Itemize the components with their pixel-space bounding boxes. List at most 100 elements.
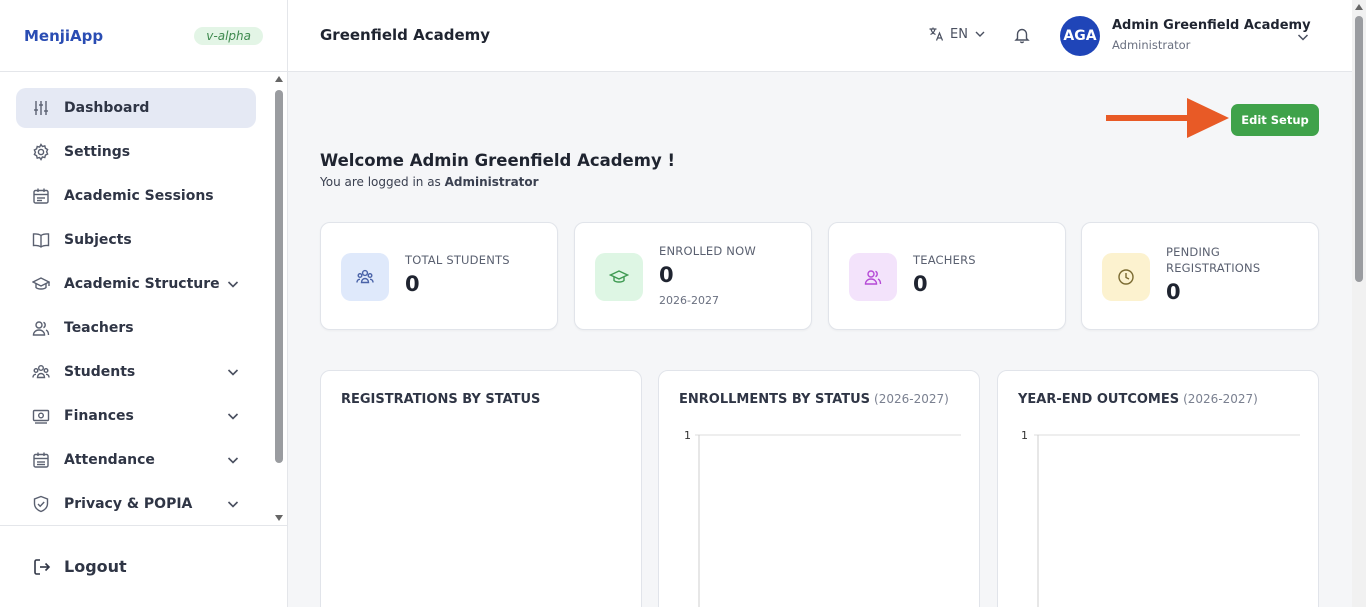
users-icon: [32, 319, 50, 337]
gear-icon: [32, 143, 50, 161]
page-scrollbar[interactable]: [1352, 0, 1366, 607]
sidebar-item-label: Settings: [64, 144, 131, 160]
chevron-down-icon: [975, 31, 985, 37]
logout-label: Logout: [64, 557, 127, 576]
scroll-thumb[interactable]: [1355, 16, 1363, 282]
sidebar-item-settings[interactable]: Settings: [16, 132, 256, 172]
group-icon: [32, 363, 50, 381]
y-tick-label: 1: [684, 429, 691, 442]
chart-title-text: REGISTRATIONS BY STATUS: [341, 392, 541, 407]
sidebar-item-label: Academic Sessions: [64, 188, 214, 204]
scroll-thumb[interactable]: [275, 90, 283, 463]
chart-title-text: ENROLLMENTS BY STATUS: [679, 392, 871, 407]
language-code: EN: [950, 26, 968, 42]
stat-card-teachers: TEACHERS 0: [828, 222, 1066, 330]
chart-period: (2026-2027): [874, 392, 949, 406]
teachers-icon: [849, 253, 897, 301]
avatar[interactable]: AGA: [1060, 16, 1100, 56]
logged-in-text: You are logged in as Administrator: [320, 175, 539, 189]
stat-label: TOTAL STUDENTS: [405, 253, 510, 267]
edit-setup-button[interactable]: Edit Setup: [1231, 104, 1319, 136]
scroll-up-arrow[interactable]: [275, 76, 283, 82]
page-title: Greenfield Academy: [320, 26, 491, 44]
sliders-icon: [32, 99, 50, 117]
sidebar-item-academic-sessions[interactable]: Academic Sessions: [16, 176, 256, 216]
chevron-down-icon[interactable]: [226, 277, 240, 291]
year-end-outcomes-chart: 1: [1021, 429, 1300, 607]
sidebar-item-label: Dashboard: [64, 100, 150, 116]
sidebar-item-label: Students: [64, 364, 136, 380]
chevron-down-icon[interactable]: [226, 497, 240, 511]
logout-button[interactable]: Logout: [0, 525, 288, 607]
sidebar-item-label: Teachers: [64, 320, 134, 336]
logged-in-prefix: You are logged in as: [320, 175, 441, 189]
cash-icon: [32, 407, 50, 425]
students-icon: [341, 253, 389, 301]
sidebar-item-label: Attendance: [64, 452, 155, 468]
chevron-down-icon[interactable]: [1296, 30, 1310, 44]
chart-title-text: YEAR-END OUTCOMES: [1018, 392, 1180, 407]
sidebar-item-teachers[interactable]: Teachers: [16, 308, 256, 348]
bell-icon[interactable]: [1013, 26, 1031, 44]
sidebar: MenjiApp v-alpha Dashboard Settings Acad…: [0, 0, 288, 607]
sidebar-item-attendance[interactable]: Attendance: [16, 440, 256, 480]
sidebar-item-subjects[interactable]: Subjects: [16, 220, 256, 260]
stat-card-enrolled-now: ENROLLED NOW 0 2026-2027: [574, 222, 812, 330]
stat-subtext: 2026-2027: [659, 294, 719, 307]
stat-label: TEACHERS: [913, 253, 976, 267]
welcome-heading: Welcome Admin Greenfield Academy !: [320, 151, 675, 170]
chart-title: ENROLLMENTS BY STATUS (2026-2027): [679, 392, 949, 407]
annotation-arrow-head: [1187, 98, 1229, 138]
graduation-cap-icon: [32, 275, 50, 293]
sidebar-item-label: Finances: [64, 408, 134, 424]
calendar-icon: [32, 187, 50, 205]
stat-label: ENROLLED NOW: [659, 244, 756, 258]
annotation-arrow: [1106, 115, 1190, 121]
app-logo[interactable]: MenjiApp: [24, 27, 103, 45]
stat-card-pending-registrations: PENDING REGISTRATIONS 0: [1081, 222, 1319, 330]
graduation-cap-icon: [595, 253, 643, 301]
stat-label: PENDING REGISTRATIONS: [1166, 244, 1260, 276]
chevron-down-icon[interactable]: [226, 453, 240, 467]
chart-period: (2026-2027): [1183, 392, 1258, 406]
chart-title: REGISTRATIONS BY STATUS: [341, 392, 540, 407]
sidebar-item-finances[interactable]: Finances: [16, 396, 256, 436]
user-role: Administrator: [1112, 38, 1191, 52]
language-selector[interactable]: EN: [928, 26, 986, 42]
stat-value: 0: [913, 272, 928, 296]
sidebar-item-academic-structure[interactable]: Academic Structure: [16, 264, 256, 304]
sidebar-scrollbar[interactable]: [274, 76, 284, 521]
version-badge: v-alpha: [194, 26, 263, 45]
stat-value: 0: [659, 263, 674, 287]
sidebar-item-label: Subjects: [64, 232, 132, 248]
chart-card-enrollments: ENROLLMENTS BY STATUS (2026-2027) 1: [658, 370, 980, 607]
calendar-check-icon: [32, 451, 50, 469]
book-icon: [32, 231, 50, 249]
sidebar-item-label: Academic Structure: [64, 276, 220, 292]
top-bar: Greenfield Academy EN AGA Admin Greenfie…: [288, 0, 1352, 72]
enrollments-chart: 1: [684, 429, 961, 607]
chart-card-year-end-outcomes: YEAR-END OUTCOMES (2026-2027) 1: [997, 370, 1319, 607]
sidebar-item-label: Privacy & POPIA: [64, 496, 193, 512]
translate-icon: [929, 27, 944, 41]
stat-label-line2: REGISTRATIONS: [1166, 261, 1261, 275]
brand-bar: MenjiApp v-alpha: [0, 0, 287, 72]
scroll-up-arrow[interactable]: [1355, 4, 1363, 10]
sidebar-item-privacy-popia[interactable]: Privacy & POPIA: [16, 484, 256, 524]
chevron-down-icon[interactable]: [226, 409, 240, 423]
logout-icon: [32, 557, 52, 577]
stat-label-line1: PENDING: [1166, 245, 1220, 259]
chevron-down-icon[interactable]: [226, 365, 240, 379]
chart-title: YEAR-END OUTCOMES (2026-2027): [1018, 392, 1258, 407]
sidebar-item-dashboard[interactable]: Dashboard: [16, 88, 256, 128]
y-tick-label: 1: [1021, 429, 1028, 442]
sidebar-nav: Dashboard Settings Academic Sessions Sub…: [0, 72, 288, 525]
stat-value: 0: [1166, 280, 1181, 304]
scroll-down-arrow[interactable]: [275, 515, 283, 521]
stat-card-total-students: TOTAL STUDENTS 0: [320, 222, 558, 330]
sidebar-item-students[interactable]: Students: [16, 352, 256, 392]
clock-icon: [1102, 253, 1150, 301]
logged-in-role: Administrator: [444, 175, 539, 189]
stat-value: 0: [405, 272, 420, 296]
user-name[interactable]: Admin Greenfield Academy: [1112, 18, 1311, 33]
